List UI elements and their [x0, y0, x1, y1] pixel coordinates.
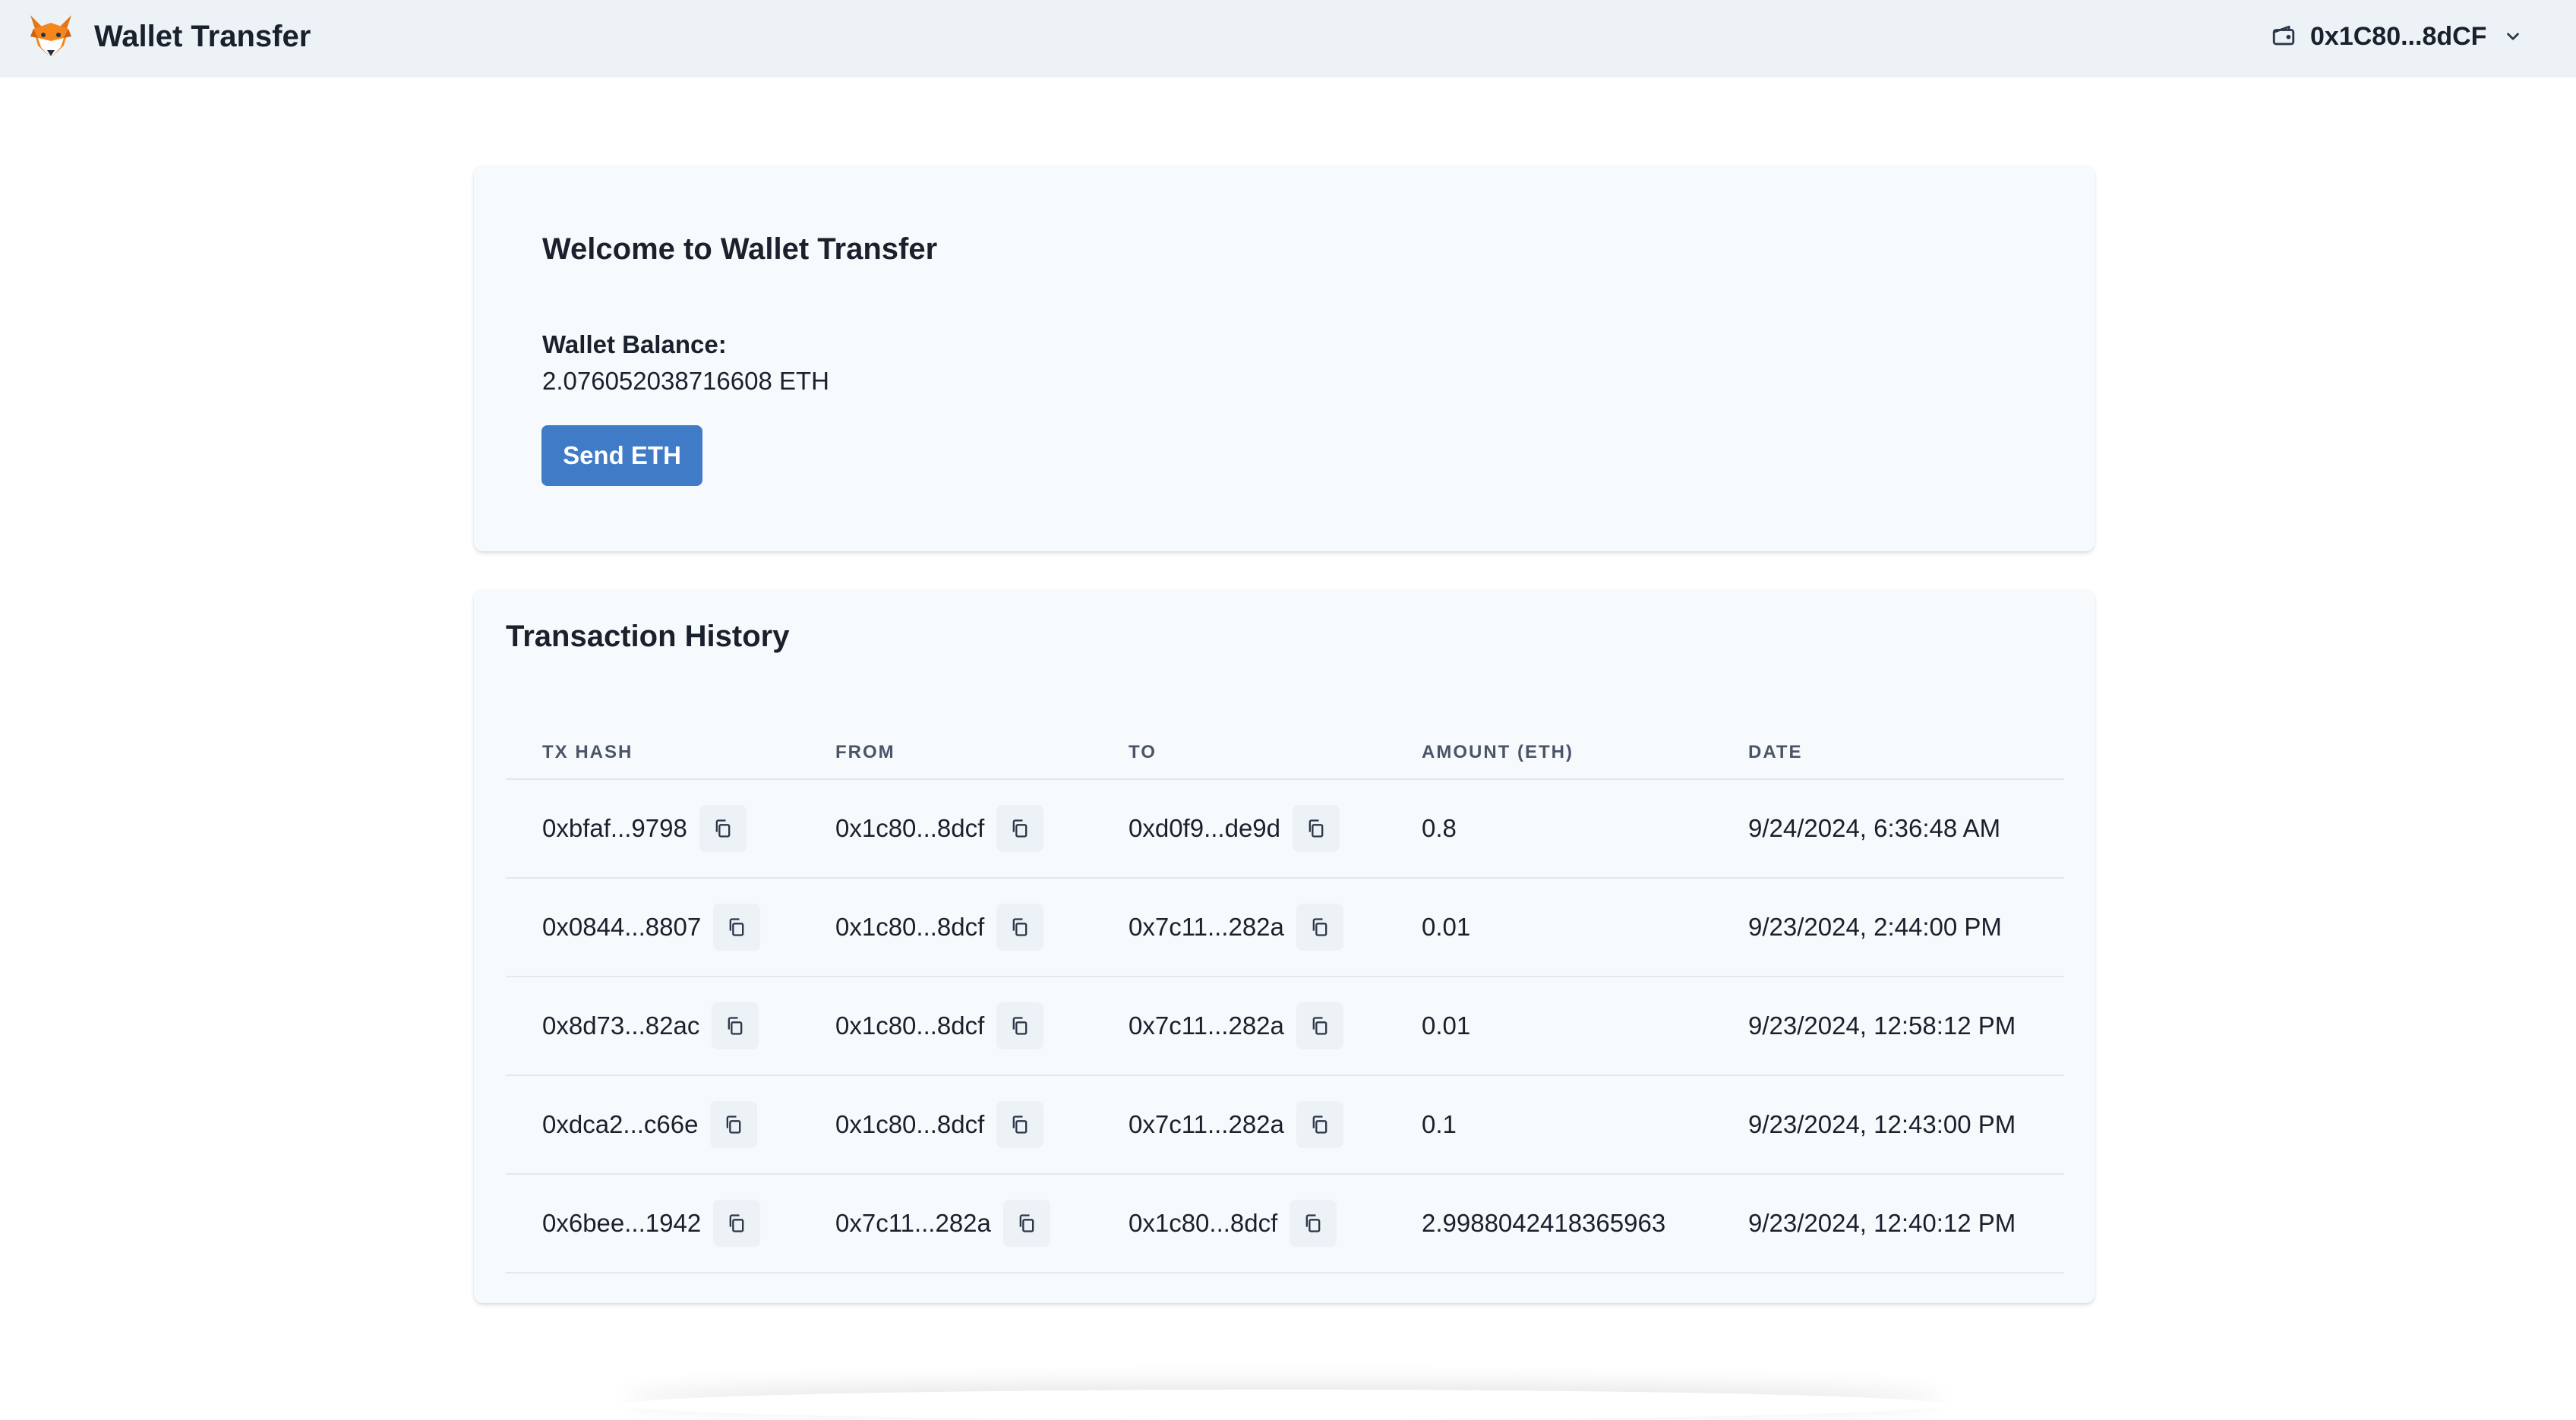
tx-hash: 0x0844...8807: [542, 913, 702, 941]
transaction-history-card: Transaction History TX HASH FROM TO AMOU…: [474, 589, 2095, 1303]
column-header-from: FROM: [799, 726, 1092, 780]
tx-hash: 0x8d73...82ac: [542, 1011, 700, 1040]
copy-tx-hash-button[interactable]: [699, 805, 747, 852]
copy-to-address-button[interactable]: [1296, 1101, 1343, 1148]
from-address: 0x1c80...8dcf: [835, 913, 985, 941]
from-address: 0x1c80...8dcf: [835, 1110, 985, 1138]
fox-logo-icon[interactable]: [26, 11, 76, 62]
column-header-tx-hash: TX HASH: [506, 726, 799, 780]
column-header-date: DATE: [1712, 726, 2064, 780]
to-address: 0x1c80...8dcf: [1129, 1209, 1278, 1237]
tx-hash: 0xdca2...c66e: [542, 1110, 699, 1138]
chevron-down-icon: [2507, 33, 2520, 40]
table-row: 0xbfaf...9798 0x1c80...8dcf 0xd0f9...de9…: [506, 779, 2064, 879]
copy-icon: [728, 1017, 743, 1035]
to-address: 0x7c11...282a: [1129, 913, 1284, 941]
copy-icon: [715, 819, 731, 838]
copy-icon: [729, 918, 744, 936]
balance-label: Wallet Balance:: [542, 330, 727, 358]
history-title: Transaction History: [506, 620, 790, 653]
balance-value: 2.076052038716608 ETH: [542, 367, 829, 395]
copy-icon: [1019, 1214, 1034, 1232]
copy-icon: [1312, 1017, 1327, 1035]
copy-tx-hash-button[interactable]: [710, 1101, 758, 1148]
to-address: 0x7c11...282a: [1129, 1011, 1284, 1040]
copy-icon: [1012, 819, 1028, 838]
copy-tx-hash-button[interactable]: [713, 904, 761, 951]
copy-icon: [1012, 1115, 1028, 1134]
copy-icon: [1012, 1017, 1028, 1035]
tx-hash: 0x6bee...1942: [542, 1209, 702, 1237]
column-header-to: TO: [1092, 726, 1385, 780]
date-cell: 9/23/2024, 2:44:00 PM: [1712, 878, 2064, 977]
copy-from-address-button[interactable]: [996, 805, 1044, 852]
amount-cell: 0.8: [1385, 779, 1712, 879]
amount-cell: 0.01: [1385, 977, 1712, 1076]
from-address: 0x1c80...8dcf: [835, 814, 985, 842]
app-title: Wallet Transfer: [94, 20, 311, 53]
copy-from-address-button[interactable]: [996, 904, 1044, 951]
copy-icon: [729, 1214, 744, 1232]
date-cell: 9/24/2024, 6:36:48 AM: [1712, 779, 2064, 879]
table-row: 0xdca2...c66e 0x1c80...8dcf 0x7c11...282…: [506, 1075, 2064, 1175]
top-header: Wallet Transfer 0x1C80...8dCF: [0, 0, 2576, 77]
wallet-icon: [2272, 25, 2295, 46]
table-header-row: TX HASH FROM TO AMOUNT (ETH) DATE: [506, 726, 2064, 780]
copy-icon: [1309, 819, 1324, 838]
welcome-card: Welcome to Wallet Transfer Wallet Balanc…: [474, 166, 2095, 551]
tx-hash: 0xbfaf...9798: [542, 814, 687, 842]
copy-tx-hash-button[interactable]: [713, 1200, 761, 1247]
date-cell: 9/23/2024, 12:40:12 PM: [1712, 1174, 2064, 1273]
amount-cell: 2.9988042418365963: [1385, 1174, 1712, 1273]
copy-to-address-button[interactable]: [1290, 1200, 1337, 1247]
from-address: 0x7c11...282a: [835, 1209, 991, 1237]
table-row: 0x6bee...1942 0x7c11...282a 0x1c80...8dc…: [506, 1174, 2064, 1273]
copy-to-address-button[interactable]: [1296, 1002, 1343, 1049]
from-address: 0x1c80...8dcf: [835, 1011, 985, 1040]
transaction-table: TX HASH FROM TO AMOUNT (ETH) DATE 0xbfaf…: [506, 726, 2064, 1273]
column-header-amount: AMOUNT (ETH): [1385, 726, 1712, 780]
table-row: 0x8d73...82ac 0x1c80...8dcf 0x7c11...282…: [506, 977, 2064, 1076]
copy-from-address-button[interactable]: [1002, 1200, 1050, 1247]
send-eth-button[interactable]: Send ETH: [541, 425, 702, 486]
copy-from-address-button[interactable]: [996, 1002, 1044, 1049]
copy-icon: [1312, 1115, 1327, 1134]
wallet-address: 0x1C80...8dCF: [2310, 21, 2487, 51]
copy-to-address-button[interactable]: [1296, 904, 1343, 951]
date-cell: 9/23/2024, 12:58:12 PM: [1712, 977, 2064, 1076]
copy-icon: [1312, 918, 1327, 936]
date-cell: 9/23/2024, 12:43:00 PM: [1712, 1075, 2064, 1175]
copy-tx-hash-button[interactable]: [712, 1002, 759, 1049]
wallet-account-button[interactable]: 0x1C80...8dCF: [2271, 17, 2523, 56]
copy-icon: [1305, 1214, 1321, 1232]
to-address: 0xd0f9...de9d: [1129, 814, 1280, 842]
amount-cell: 0.1: [1385, 1075, 1712, 1175]
copy-from-address-button[interactable]: [996, 1101, 1044, 1148]
copy-icon: [1012, 918, 1028, 936]
to-address: 0x7c11...282a: [1129, 1110, 1284, 1138]
amount-cell: 0.01: [1385, 878, 1712, 977]
welcome-title: Welcome to Wallet Transfer: [542, 232, 938, 266]
table-row: 0x0844...8807 0x1c80...8dcf 0x7c11...282…: [506, 878, 2064, 977]
copy-to-address-button[interactable]: [1293, 805, 1340, 852]
bottom-overlay-shadow: [623, 1390, 1944, 1420]
copy-icon: [727, 1115, 741, 1134]
